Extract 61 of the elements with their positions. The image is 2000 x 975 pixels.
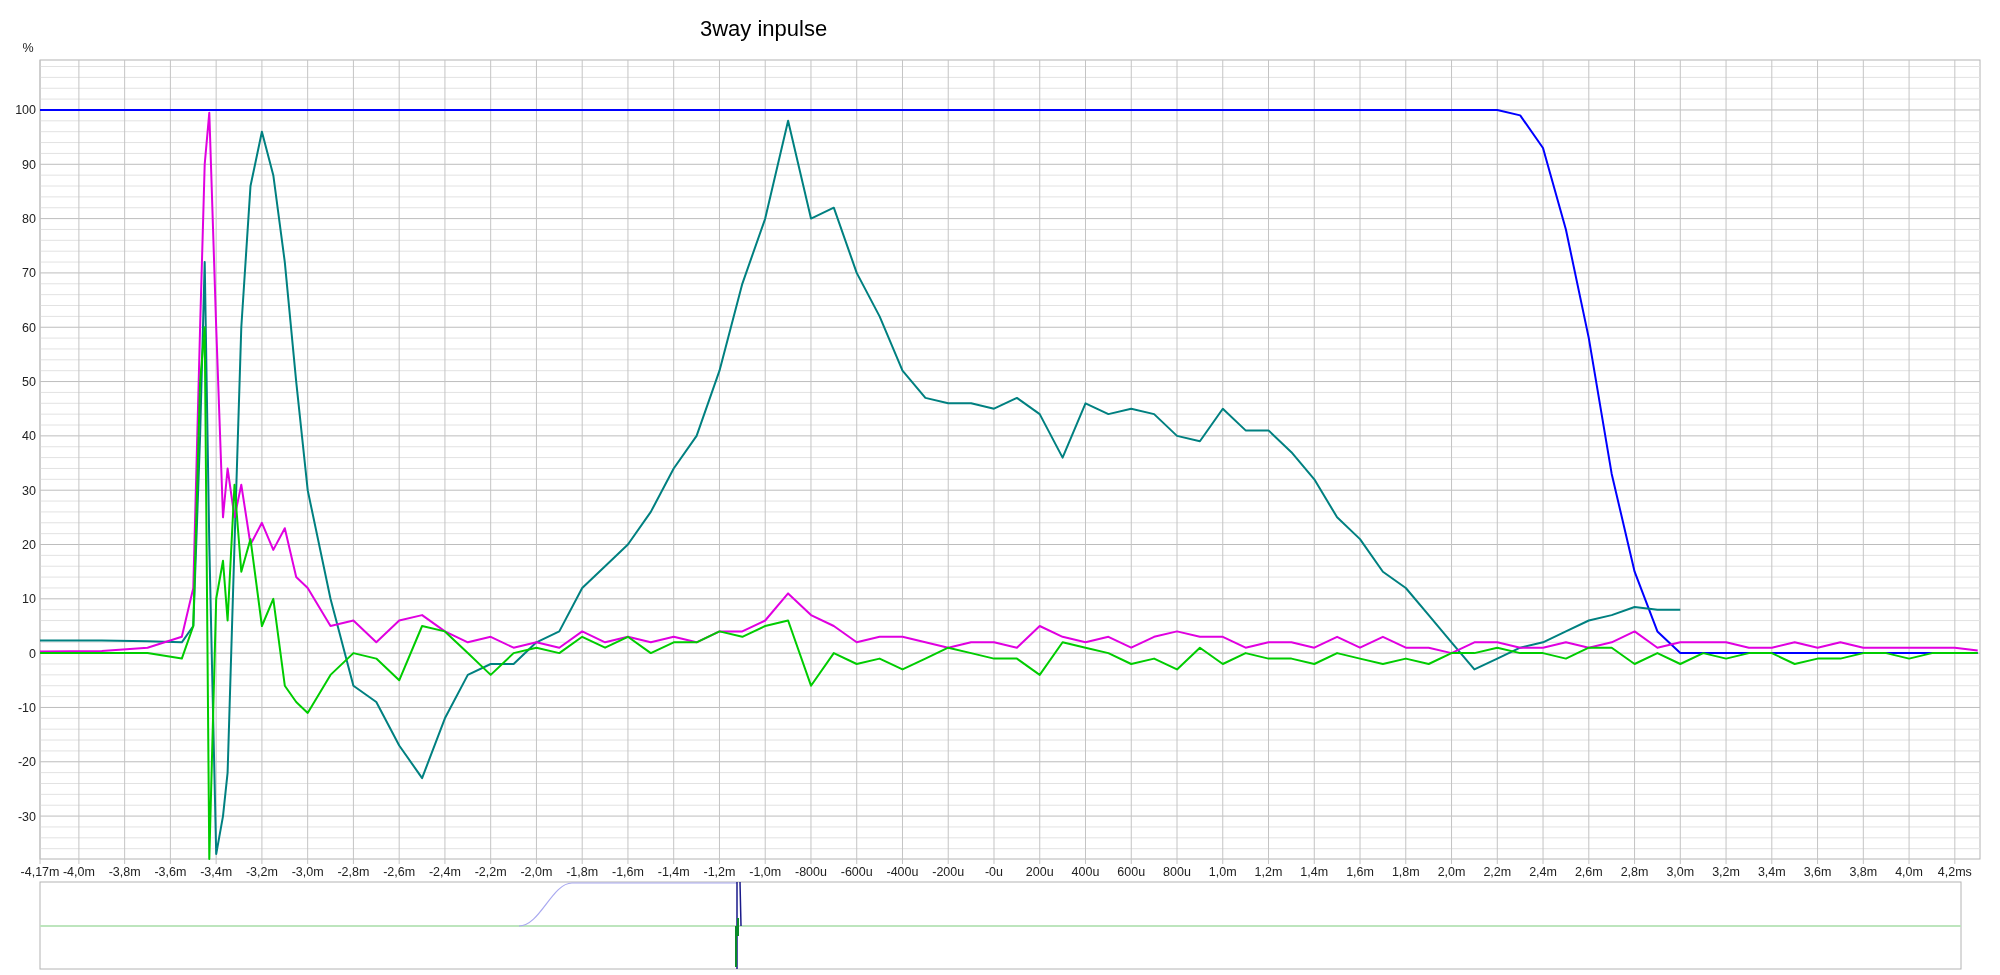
x-tick-label: 3,8m	[1849, 865, 1878, 879]
x-tick-label: 1,6m	[1346, 865, 1374, 879]
x-tick-label: 200u	[1025, 865, 1054, 879]
y-tick-label: 10	[22, 592, 36, 607]
y-tick-label: 0	[29, 646, 36, 661]
x-tick-label: 3,2m	[1712, 865, 1740, 879]
y-tick-label: -10	[17, 700, 36, 715]
x-tick-label: -3,0m	[291, 865, 324, 879]
x-tick-label: -3,8m	[108, 865, 141, 879]
x-tick-label: -1,0m	[749, 865, 782, 879]
y-tick-label: 60	[22, 320, 36, 335]
x-tick-label: 4,2ms	[1937, 865, 1972, 879]
x-tick-label: -600u	[840, 865, 873, 879]
x-tick-label: 2,8m	[1620, 865, 1649, 879]
x-tick-label: -1,6m	[611, 865, 644, 879]
x-tick-label: -2,2m	[474, 865, 507, 879]
x-tick-label: 3,4m	[1757, 865, 1786, 879]
x-tick-label: -400u	[886, 865, 919, 879]
x-tick-label: -4,17m	[20, 865, 60, 879]
x-tick-label: -2,8m	[337, 865, 370, 879]
x-tick-label: 2,0m	[1437, 865, 1466, 879]
x-tick-label: 2,2m	[1483, 865, 1512, 879]
x-tick-label: -200u	[932, 865, 965, 879]
x-tick-label: -2,0m	[520, 865, 553, 879]
x-tick-label: -2,4m	[428, 865, 461, 879]
x-tick-label: 1,2m	[1254, 865, 1283, 879]
chart-title: 3way inpulse	[700, 18, 828, 40]
y-tick-label: 40	[22, 429, 36, 444]
x-tick-label: -2,6m	[383, 865, 416, 879]
x-tick-label: 400u	[1071, 865, 1100, 879]
x-tick-label: 2,6m	[1574, 865, 1603, 879]
x-tick-label: 1,8m	[1391, 865, 1420, 879]
overview-panel[interactable]	[39, 881, 1962, 970]
y-tick-label: -30	[17, 809, 36, 824]
x-tick-label: -3,2m	[245, 865, 278, 879]
x-tick-label: -1,8m	[566, 865, 599, 879]
x-tick-label: -3,6m	[154, 865, 187, 879]
x-tick-label: 2,4m	[1529, 865, 1557, 879]
x-tick-label: 1,4m	[1300, 865, 1329, 879]
x-tick-label: 4,0m	[1895, 865, 1923, 879]
y-tick-label: 30	[22, 483, 36, 498]
x-tick-label: 1,0m	[1208, 865, 1237, 879]
x-tick-label: -4,0m	[62, 865, 95, 879]
x-tick-label: -1,2m	[703, 865, 736, 879]
x-tick-label: 800u	[1163, 865, 1191, 879]
x-tick-label: 3,0m	[1666, 865, 1695, 879]
x-tick-label: -3,4m	[200, 865, 233, 879]
y-tick-label: 70	[22, 266, 36, 281]
y-axis-unit: %	[22, 41, 34, 55]
x-tick-label: -1,4m	[657, 865, 690, 879]
x-tick-label: 600u	[1117, 865, 1146, 879]
overview-response-spike	[735, 917, 739, 968]
y-tick-label: 90	[22, 157, 36, 172]
x-tick-label: -800u	[794, 865, 827, 879]
y-tick-label: -20	[17, 755, 36, 770]
y-tick-label: 80	[22, 212, 36, 227]
y-tick-label: 20	[22, 538, 36, 552]
y-tick-label: 50	[22, 375, 36, 390]
x-tick-label: -0u	[984, 865, 1003, 879]
y-tick-label: 100	[15, 103, 36, 118]
x-tick-label: 3,6m	[1803, 865, 1832, 879]
